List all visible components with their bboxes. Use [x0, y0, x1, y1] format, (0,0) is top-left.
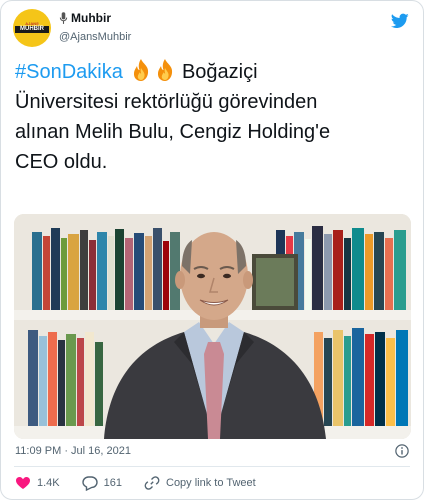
avatar[interactable]: AJANS MUHBİR — [13, 9, 51, 47]
user-handle[interactable]: @AjansMuhbir — [59, 31, 131, 43]
reply-icon — [81, 476, 98, 491]
twitter-bird-icon[interactable] — [391, 13, 409, 29]
tweet-actions: 1.4K 161 Copy link to Tweet — [15, 475, 278, 491]
tweet-header: AJANS MUHBİR Muhbir @AjansMuhbir — [13, 9, 411, 49]
copy-link-button[interactable]: Copy link to Tweet — [144, 475, 256, 491]
microphone-icon — [59, 11, 68, 24]
copy-link-label: Copy link to Tweet — [166, 477, 256, 489]
avatar-main-text: MUHBİR — [15, 26, 49, 33]
tweet-card: AJANS MUHBİR Muhbir @AjansMuhbir #SonDak… — [0, 0, 424, 500]
info-icon[interactable] — [395, 444, 409, 458]
reply-count: 161 — [103, 477, 122, 489]
tweet-text-line-4: CEO oldu. — [15, 151, 108, 173]
reply-button[interactable]: 161 — [81, 475, 122, 491]
divider — [14, 466, 410, 467]
tweet-photo[interactable] — [14, 214, 411, 439]
photo-illustration — [14, 214, 411, 439]
heart-icon — [16, 477, 30, 489]
like-count: 1.4K — [37, 477, 60, 489]
tweet-text-line-2: Üniversitesi rektörlüğü görevinden — [15, 91, 318, 113]
display-name: Muhbir — [71, 11, 111, 25]
link-icon — [144, 476, 160, 490]
tweet-text: #SonDakika Boğaziçi Üniversitesi rektörl… — [15, 57, 411, 177]
tweet-timestamp[interactable]: 11:09 PM · Jul 16, 2021 — [15, 445, 131, 457]
tweet-text-line-3: alınan Melih Bulu, Cengiz Holding'e — [15, 121, 331, 143]
fire-emoji-icon — [158, 59, 173, 81]
tweet-text-line-1: Boğaziçi — [181, 61, 258, 83]
fire-emoji-icon — [134, 59, 149, 81]
name-row[interactable]: Muhbir — [59, 11, 111, 25]
like-button[interactable]: 1.4K — [15, 475, 60, 491]
hashtag-link[interactable]: #SonDakika — [15, 61, 123, 83]
